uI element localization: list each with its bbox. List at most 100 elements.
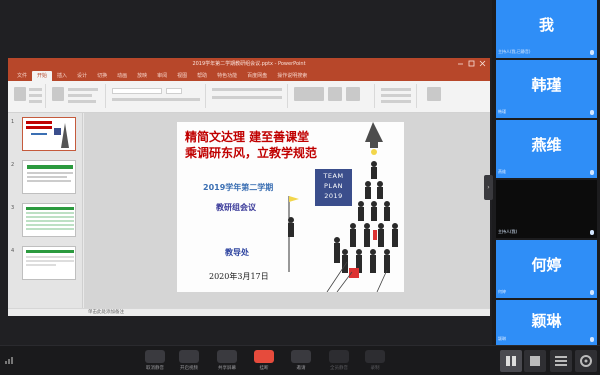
gallery-view-button[interactable] <box>500 350 522 372</box>
ribbon-tab[interactable]: 帮助 <box>192 71 212 81</box>
ribbon-tab[interactable]: 插入 <box>52 71 72 81</box>
mic-icon <box>590 110 594 115</box>
arrange-icon[interactable] <box>328 87 342 101</box>
layout-button[interactable] <box>550 350 572 372</box>
participant-tile[interactable]: 韩瑾 韩瑾 <box>496 60 597 118</box>
share-screen-button[interactable]: 共享屏幕 <box>210 350 244 374</box>
maximize-icon[interactable] <box>468 60 475 67</box>
design-ideas-icon[interactable] <box>427 87 441 101</box>
year-label: 2019 <box>324 192 343 200</box>
close-icon[interactable] <box>479 60 486 67</box>
mic-icon <box>590 50 594 55</box>
invite-button[interactable]: 邀请 <box>284 350 318 374</box>
participant-name: 何婷 <box>531 256 562 274</box>
slide-office: 教导处 <box>225 248 249 257</box>
ribbon-tab[interactable]: 视图 <box>172 71 192 81</box>
microphone-icon <box>145 350 165 363</box>
paragraph-group <box>208 84 288 108</box>
ribbon-tab[interactable]: 文件 <box>12 71 32 81</box>
ribbon-tab[interactable]: 特色功能 <box>212 71 242 81</box>
grid-view-icon <box>506 356 516 366</box>
collapse-panel-button[interactable]: › <box>484 175 493 200</box>
mute-all-button[interactable]: 全员静音 <box>322 350 356 374</box>
thumb-number: 1 <box>11 119 15 125</box>
ribbon-tab[interactable]: 审阅 <box>152 71 172 81</box>
hang-up-label: 挂断 <box>259 366 269 371</box>
ribbon-toolbar <box>8 81 490 113</box>
ribbon-tab[interactable]: 动画 <box>112 71 132 81</box>
slide-title-line-1: 精简文达理 建至善课堂 <box>185 130 310 144</box>
current-slide[interactable]: 精简文达理 建至善课堂 乘调研东风，立教学规范 2019学年第二学期 教研组会议… <box>177 122 404 292</box>
slides-group <box>48 84 106 108</box>
ppt-window-title: 2019学年第二学期教研组会议.pptx - PowerPoint <box>192 61 306 67</box>
paste-icon[interactable] <box>14 87 26 101</box>
mic-icon <box>590 230 594 235</box>
slide-title-line-2: 乘调研东风，立教学规范 <box>185 146 318 160</box>
mute-all-icon <box>329 350 349 363</box>
settings-button[interactable] <box>575 350 597 372</box>
participant-name: 我 <box>538 16 554 34</box>
participant-subtitle: 何婷 <box>498 289 506 294</box>
thumb-number: 3 <box>11 205 15 211</box>
participant-tile[interactable]: 颖琳 颖琳 <box>496 300 597 345</box>
team-plan-badge: TEAM PLAN 2019 <box>315 169 352 206</box>
participant-tile[interactable]: 我 主持人(我,已静音) <box>496 0 597 58</box>
participant-name: 韩瑾 <box>531 76 562 94</box>
person-add-icon <box>291 350 311 363</box>
participant-list: 我 主持人(我,已静音) 韩瑾 韩瑾 燕维 燕维 主持人(我) 何婷 何婷 颖琳… <box>496 0 597 345</box>
minimize-icon[interactable] <box>457 60 464 67</box>
video-button[interactable]: 开启视频 <box>172 350 206 374</box>
mic-icon <box>590 337 594 342</box>
speaker-view-button[interactable] <box>524 350 546 372</box>
record-icon <box>365 350 385 363</box>
ribbon-tab[interactable]: 开始 <box>32 71 53 81</box>
meeting-window: 2019学年第二学期教研组会议.pptx - PowerPoint 文件 开始 插入… <box>0 0 600 375</box>
slide-thumbnails: 1 2 3 4 <box>8 113 83 308</box>
ribbon-tabs: 文件 开始 插入 设计 切换 动画 放映 审阅 视图 帮助 特色功能 百度网盘 操作说明搜索 <box>8 70 490 81</box>
ribbon-tab[interactable]: 切换 <box>92 71 112 81</box>
powerpoint-window: 2019学年第二学期教研组会议.pptx - PowerPoint 文件 开始 插入… <box>8 58 490 316</box>
signal-icon <box>5 356 15 366</box>
participant-tile[interactable]: 燕维 燕维 <box>496 120 597 178</box>
design-group <box>419 84 449 108</box>
new-slide-icon[interactable] <box>52 87 64 101</box>
thumb-number: 2 <box>11 162 15 168</box>
phone-hangup-icon <box>254 350 274 363</box>
record-button[interactable]: 录制 <box>358 350 392 374</box>
slide-thumbnail[interactable] <box>22 203 76 237</box>
team-label: TEAM <box>323 172 344 180</box>
slide-editor: 精简文达理 建至善课堂 乘调研东风，立教学规范 2019学年第二学期 教研组会议… <box>84 113 490 308</box>
speaker-view-icon <box>530 356 540 366</box>
unmute-label: 取消静音 <box>146 366 164 371</box>
slide-thumbnail[interactable] <box>22 160 76 194</box>
unmute-button[interactable]: 取消静音 <box>138 350 172 374</box>
font-group <box>108 84 206 108</box>
participant-name: 颖琳 <box>531 312 562 330</box>
clipboard-group <box>10 84 46 108</box>
ppt-title-bar: 2019学年第二学期教研组会议.pptx - PowerPoint <box>8 58 490 70</box>
ribbon-tab[interactable]: 放映 <box>132 71 152 81</box>
participant-tile[interactable]: 何婷 何婷 <box>496 240 597 298</box>
participant-name: 燕维 <box>531 136 562 154</box>
shared-screen: 2019学年第二学期教研组会议.pptx - PowerPoint 文件 开始 插入… <box>0 0 493 345</box>
editing-group <box>377 84 417 108</box>
video-label: 开启视频 <box>180 366 198 371</box>
hang-up-button[interactable]: 挂断 <box>247 350 281 374</box>
slide-meeting: 教研组会议 <box>216 203 256 212</box>
drawing-group <box>290 84 375 108</box>
layout-icon <box>555 356 567 366</box>
mute-all-label: 全员静音 <box>330 366 348 371</box>
slide-thumbnail[interactable] <box>22 117 76 151</box>
ribbon-tab[interactable]: 操作说明搜索 <box>272 71 312 81</box>
participant-tile[interactable]: 主持人(我) <box>496 180 597 238</box>
quick-styles-icon[interactable] <box>346 87 360 101</box>
ribbon-tab[interactable]: 百度网盘 <box>242 71 272 81</box>
share-label: 共享屏幕 <box>218 366 236 371</box>
ribbon-tab[interactable]: 设计 <box>72 71 92 81</box>
slide-thumbnail[interactable] <box>22 246 76 280</box>
notes-bar[interactable]: 单击此处添加备注 <box>8 308 490 316</box>
shapes-icon[interactable] <box>294 87 324 101</box>
camera-icon <box>179 350 199 363</box>
gear-icon <box>580 355 592 367</box>
thumb-number: 4 <box>11 248 15 254</box>
